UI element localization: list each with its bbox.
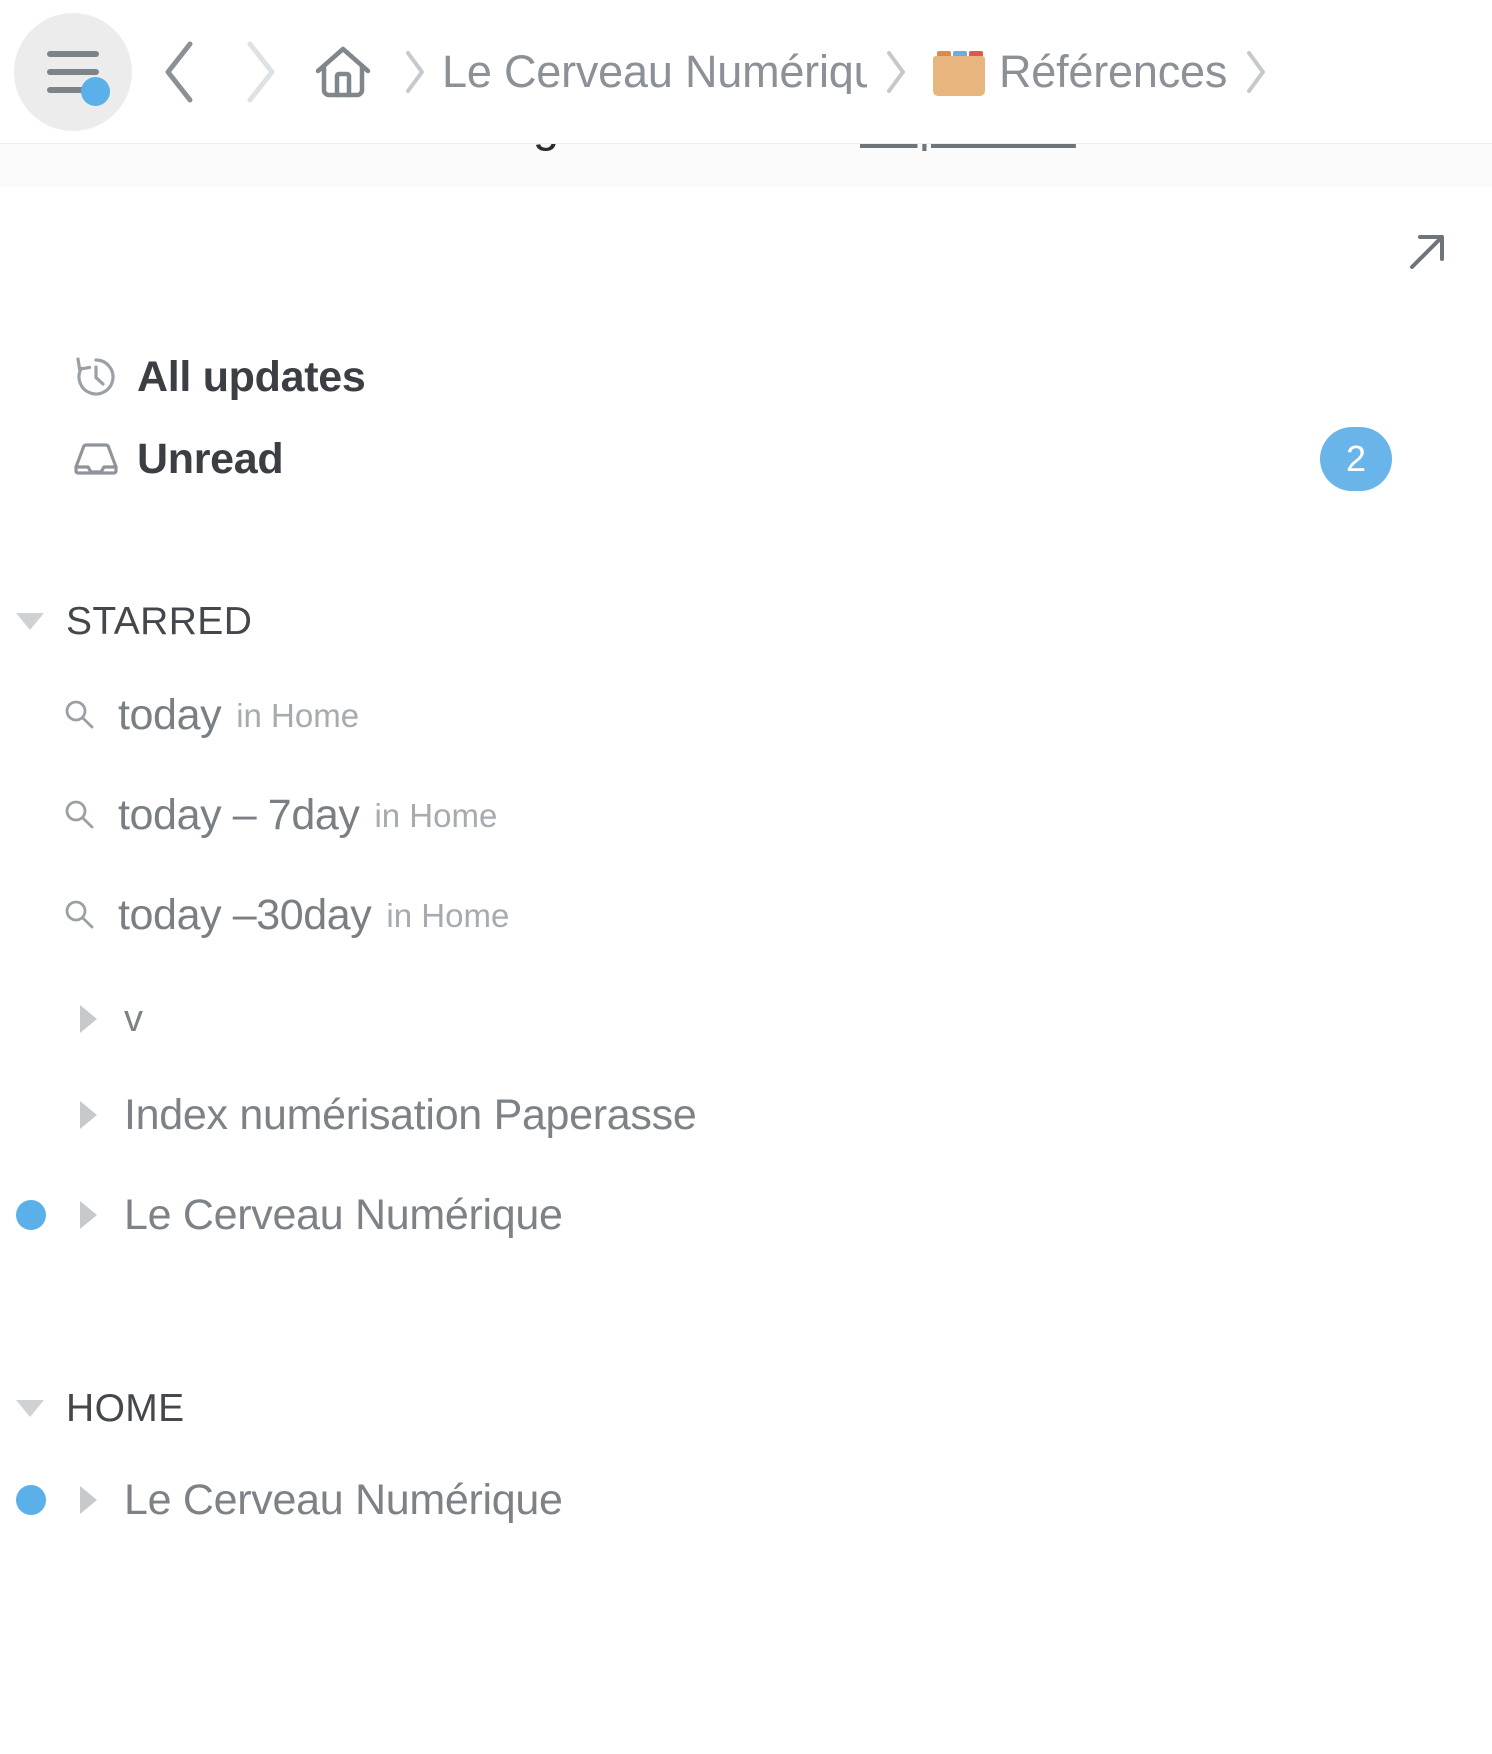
section-header-home[interactable]: HOME — [0, 1378, 1492, 1438]
tree-item-index-numerisation[interactable]: Index numérisation Paperasse — [0, 1084, 1492, 1146]
inbox-icon — [73, 436, 119, 482]
breadcrumb-separator-1 — [386, 47, 442, 97]
home-button[interactable] — [300, 40, 386, 104]
disclosure-triangle[interactable] — [70, 1201, 106, 1229]
breadcrumb-separator-2 — [867, 47, 923, 97]
unread-indicator-dot — [16, 1485, 46, 1515]
section-title: HOME — [66, 1386, 185, 1430]
clipped-page-text-band: • Enregistrez-vous en cliquant ici. — [0, 143, 1492, 187]
quick-link-all-updates[interactable]: All updates — [0, 341, 1492, 413]
triangle-right-icon — [79, 1005, 97, 1033]
breadcrumb-item-0[interactable]: Le Cerveau Numérique — [442, 49, 867, 94]
tree-item-label: Le Cerveau Numérique — [124, 1475, 563, 1524]
saved-search-query: today –30day — [118, 890, 372, 939]
saved-search-row-2[interactable]: today –30day in Home — [0, 884, 1492, 946]
chevron-right-icon — [1247, 50, 1266, 93]
saved-search-scope: in Home — [236, 696, 360, 734]
tree-item-label: Index numérisation Paperasse — [124, 1090, 697, 1139]
breadcrumb-separator-3 — [1227, 47, 1283, 97]
triangle-right-icon — [79, 1486, 97, 1514]
saved-search-scope: in Home — [386, 896, 510, 934]
saved-search-query: today – 7day — [118, 790, 360, 839]
saved-search-row-0[interactable]: today in Home — [0, 684, 1492, 746]
tree-item-le-cerveau-numerique-home[interactable]: Le Cerveau Numérique — [0, 1469, 1492, 1531]
unread-indicator-dot — [16, 1200, 46, 1230]
clipped-bullet-line: • Enregistrez-vous en cliquant ici. — [0, 144, 1492, 152]
clipped-text-before: Enregistrez-vous en — [435, 144, 860, 151]
card-index-dividers-icon — [933, 48, 985, 96]
search-icon — [62, 898, 96, 932]
history-clock-icon — [73, 354, 119, 400]
unread-dot-slot — [8, 1485, 54, 1515]
sidebar-panel: All updates Unread 2 STARRED today in Ho… — [0, 186, 1492, 1754]
quick-link-label: Unread — [137, 434, 284, 483]
disclosure-triangle[interactable] — [70, 1101, 106, 1129]
clipped-text-after: . — [1076, 144, 1089, 151]
chevron-right-icon — [406, 50, 424, 93]
menu-notification-dot — [81, 76, 110, 106]
back-button[interactable] — [140, 36, 220, 108]
unread-count-badge: 2 — [1320, 427, 1392, 491]
home-icon — [315, 46, 371, 97]
search-icon — [62, 698, 96, 732]
breadcrumb-item-1[interactable]: Références — [999, 49, 1227, 94]
disclosure-triangle[interactable] — [70, 1005, 106, 1033]
section-header-starred[interactable]: STARRED — [0, 591, 1492, 651]
triangle-down-icon — [16, 612, 44, 630]
top-toolbar: Le Cerveau Numérique Références — [0, 0, 1492, 143]
triangle-right-icon — [79, 1101, 97, 1129]
tree-item-v[interactable]: v — [0, 988, 1492, 1050]
saved-search-scope: in Home — [374, 796, 498, 834]
saved-search-query: today — [118, 690, 222, 739]
triangle-right-icon — [79, 1201, 97, 1229]
search-icon — [62, 798, 96, 832]
bullet-marker: • — [403, 144, 415, 147]
unread-dot-slot — [8, 1200, 54, 1230]
quick-link-unread[interactable]: Unread 2 — [0, 423, 1492, 495]
forward-button[interactable] — [220, 36, 300, 108]
triangle-down-icon — [16, 1399, 44, 1417]
quick-link-label: All updates — [137, 352, 366, 401]
expand-sidebar-button[interactable] — [1404, 229, 1450, 275]
clipped-link[interactable]: cliquant ici — [860, 144, 1076, 151]
tree-item-label: v — [124, 998, 143, 1040]
chevron-left-icon — [165, 41, 193, 102]
disclosure-triangle[interactable] — [70, 1486, 106, 1514]
tree-item-le-cerveau-numerique-starred[interactable]: Le Cerveau Numérique — [0, 1184, 1492, 1246]
saved-search-row-1[interactable]: today – 7day in Home — [0, 784, 1492, 846]
section-title: STARRED — [66, 599, 253, 643]
tree-item-label: Le Cerveau Numérique — [124, 1190, 563, 1239]
chevron-right-icon — [247, 41, 275, 102]
chevron-right-icon — [887, 50, 905, 93]
arrow-up-right-icon — [1410, 235, 1444, 269]
hamburger-menu-button[interactable] — [14, 12, 132, 131]
